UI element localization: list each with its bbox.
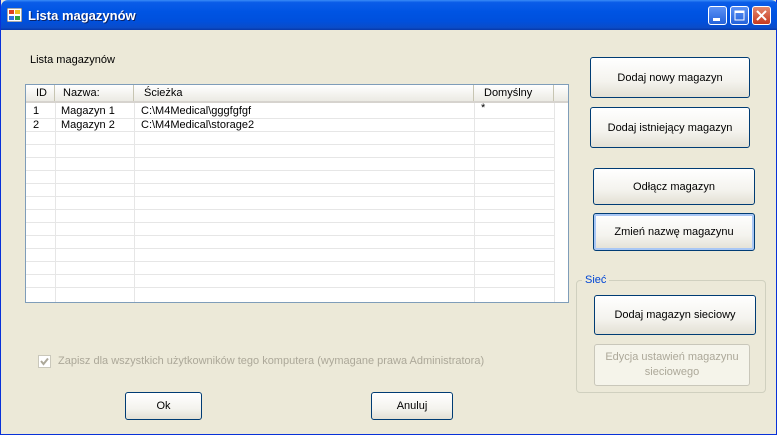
- close-button[interactable]: [752, 6, 771, 25]
- grid-line: [26, 183, 554, 184]
- grid-line: [554, 103, 555, 302]
- table-row[interactable]: 1 Magazyn 1 C:\M4Medical\gggfgfgf *: [26, 102, 568, 118]
- edit-network-settings-button[interactable]: Edycja ustawień magazynu sieciowego: [594, 344, 750, 386]
- grid-line: [26, 196, 554, 197]
- grid-line: [26, 144, 554, 145]
- add-new-storage-button[interactable]: Dodaj nowy magazyn: [590, 57, 750, 98]
- close-icon: [756, 10, 767, 21]
- table-row[interactable]: 2 Magazyn 2 C:\M4Medical\storage2: [26, 119, 568, 132]
- save-for-all-users-checkbox[interactable]: [38, 355, 51, 368]
- grid-line: [26, 222, 554, 223]
- window-title: Lista magazynów: [28, 8, 136, 23]
- list-header: ID Nazwa: Ścieżka Domyślny: [26, 85, 568, 103]
- add-existing-storage-button[interactable]: Dodaj istniejący magazyn: [590, 107, 750, 148]
- add-network-storage-button[interactable]: Dodaj magazyn sieciowy: [594, 295, 756, 335]
- grid-line: [26, 274, 554, 275]
- app-icon: [7, 8, 22, 22]
- edit-network-settings-line1: Edycja ustawień magazynu: [605, 351, 739, 363]
- grid-line: [26, 209, 554, 210]
- column-header-path[interactable]: Ścieżka: [134, 85, 474, 101]
- detach-storage-button[interactable]: Odłącz magazyn: [593, 168, 755, 205]
- row-id: 1: [33, 105, 40, 117]
- grid-line: [26, 235, 554, 236]
- row-name: Magazyn 1: [61, 105, 115, 117]
- title-bar[interactable]: Lista magazynów: [1, 0, 777, 30]
- ok-button[interactable]: Ok: [125, 392, 202, 420]
- minimize-button[interactable]: [708, 6, 727, 25]
- row-default-marker: *: [481, 102, 486, 114]
- network-group-title: Sieć: [582, 274, 610, 286]
- row-path: C:\M4Medical\storage2: [141, 119, 255, 131]
- column-header-default[interactable]: Domyślny: [474, 85, 554, 101]
- storage-list-label: Lista magazynów: [30, 54, 115, 66]
- storage-list[interactable]: ID Nazwa: Ścieżka Domyślny 1 Magazyn 1 C…: [25, 84, 569, 303]
- maximize-icon: [734, 10, 745, 21]
- grid-line: [474, 103, 475, 302]
- dialog-window: Lista magazynów Lista magazynów ID Nazwa…: [0, 0, 777, 435]
- grid-line: [26, 248, 554, 249]
- rename-storage-button[interactable]: Zmień nazwę magazynu: [593, 213, 755, 251]
- save-for-all-users-label: Zapisz dla wszystkich użytkowników tego …: [58, 355, 485, 367]
- grid-line: [55, 103, 56, 302]
- grid-line: [26, 261, 554, 262]
- row-name: Magazyn 2: [61, 119, 115, 131]
- cancel-button[interactable]: Anuluj: [371, 392, 453, 420]
- grid-line: [26, 157, 554, 158]
- column-header-id[interactable]: ID: [26, 85, 55, 101]
- row-path: C:\M4Medical\gggfgfgf: [141, 105, 252, 117]
- edit-network-settings-line2: sieciowego: [644, 366, 700, 378]
- minimize-icon: [713, 18, 720, 21]
- column-header-name[interactable]: Nazwa:: [55, 85, 134, 101]
- maximize-button[interactable]: [730, 6, 749, 25]
- grid-line: [134, 103, 135, 302]
- grid-line: [26, 287, 554, 288]
- checkmark-icon: [40, 357, 49, 366]
- row-id: 2: [33, 119, 40, 131]
- grid-line: [26, 170, 554, 171]
